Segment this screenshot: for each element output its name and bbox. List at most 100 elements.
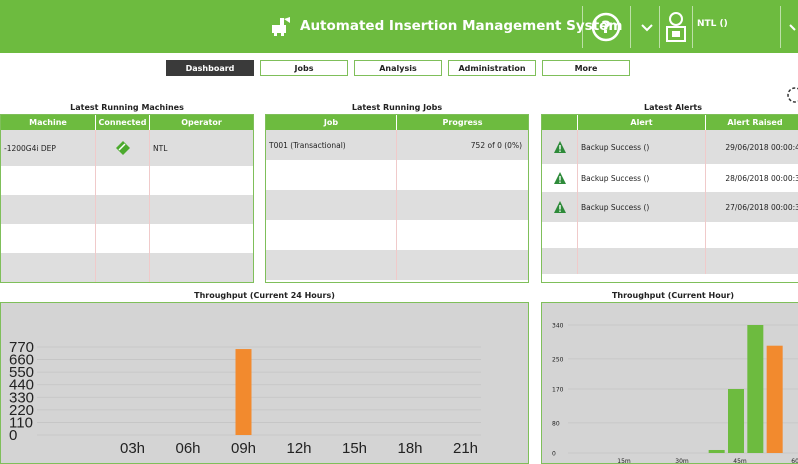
diamond-icon [115, 141, 130, 155]
header-divider [630, 6, 631, 48]
y-tick-label: 0 [552, 451, 556, 458]
app-header: Automated Insertion Management System ? … [0, 0, 798, 53]
jobs-title: Latest Running Jobs [351, 103, 443, 112]
header-divider [659, 6, 660, 48]
table-row[interactable]: Backup Success () 27/06/2018 00:00:39 [542, 192, 798, 222]
machines-title: Latest Running Machines [70, 103, 184, 112]
user-name[interactable]: NTL () [697, 19, 728, 29]
connected-cell [96, 130, 150, 166]
help-dropdown-button[interactable] [638, 18, 656, 36]
table-row[interactable]: Backup Success () 28/06/2018 00:00:30 [542, 164, 798, 192]
chevron-down-icon [641, 24, 653, 32]
app-title-group: Automated Insertion Management System [270, 13, 622, 39]
table-row[interactable]: T001 (Transactional) 752 of 0 (0%) [266, 130, 528, 160]
alert-cell: Backup Success () [578, 164, 706, 192]
chevron-down-icon [789, 24, 796, 31]
table-row[interactable] [1, 253, 253, 282]
user-icon [666, 12, 686, 42]
machine-cell: -1200G4i DEP [1, 130, 96, 166]
bar [728, 389, 744, 453]
y-tick-label: 80 [552, 420, 560, 427]
warning-icon [553, 141, 566, 153]
x-tick-label: 03h [120, 440, 145, 457]
x-tick-label: 12h [286, 440, 311, 457]
x-tick-label: 60m [791, 458, 798, 464]
col-alert-raised[interactable]: Alert Raised [706, 115, 798, 130]
nav-dashboard[interactable]: Dashboard [166, 60, 254, 76]
x-tick-label: 15h [342, 440, 367, 457]
user-avatar[interactable] [664, 10, 688, 44]
nav-administration[interactable]: Administration [448, 60, 536, 76]
warning-icon [553, 201, 566, 213]
alerts-panel: Alert Alert Raised Backup Success () 29/… [541, 114, 798, 283]
alert-cell: Backup Success () [578, 130, 706, 164]
x-tick-label: 15m [617, 458, 631, 464]
x-tick-label: 30m [675, 458, 689, 464]
chart2-title: Throughput (Current Hour) [611, 291, 735, 300]
throughput-24h-svg: 011022033044055066077003h 06h 09h 12h 15h 18h… [9, 339, 481, 457]
x-tick-label: 09h [231, 440, 256, 457]
col-connected[interactable]: Connected [96, 115, 150, 130]
table-row[interactable] [266, 220, 528, 250]
col-machine[interactable]: Machine [1, 115, 96, 130]
jobs-header-row: Job Progress [266, 115, 528, 130]
header-divider [582, 6, 583, 48]
throughput-24h-chart: 0 110 220 330 440 550 660 770 03h 06h 09h 12h 15h 18h… [0, 302, 529, 464]
alert-cell: Backup Success () [578, 192, 706, 222]
y-tick-label: 770 [9, 339, 34, 356]
y-tick-label: 170 [552, 387, 564, 394]
app-logo-icon [272, 17, 290, 36]
bar [235, 349, 252, 435]
nav-jobs[interactable]: Jobs [260, 60, 348, 76]
job-cell: T001 (Transactional) [266, 130, 397, 160]
alert-icon-cell [542, 130, 578, 164]
table-row[interactable] [542, 222, 798, 248]
table-row[interactable] [1, 166, 253, 195]
throughput-hour-svg: 0 80 170 250 340 15m 30m 45m 60m [552, 323, 798, 464]
table-row[interactable]: -1200G4i DEP NTL [1, 130, 253, 166]
bar [708, 449, 725, 453]
table-row[interactable]: Backup Success () 29/06/2018 00:00:42 [542, 130, 798, 164]
jobs-panel: Job Progress T001 (Transactional) 752 of… [265, 114, 529, 283]
throughput-hour-chart: 0 80 170 250 340 15m 30m 45m 60m [541, 302, 798, 464]
progress-cell: 752 of 0 (0%) [470, 140, 522, 150]
x-tick-label: 06h [175, 440, 200, 457]
table-row[interactable] [266, 190, 528, 220]
header-divider [780, 6, 781, 48]
x-tick-label: 45m [733, 458, 747, 464]
col-job[interactable]: Job [266, 115, 397, 130]
y-tick-label: 340 [552, 323, 564, 330]
help-button[interactable]: ? [590, 11, 622, 43]
alert-raised-cell: 27/06/2018 00:00:39 [725, 202, 798, 212]
col-alert[interactable]: Alert [578, 115, 706, 130]
y-tick-label: 250 [552, 356, 564, 363]
col-alert-icon[interactable] [542, 115, 578, 130]
alert-raised-cell: 29/06/2018 00:00:42 [725, 142, 798, 152]
app-title: Automated Insertion Management System [300, 18, 623, 34]
table-row[interactable] [266, 250, 528, 280]
x-tick-label: 18h [397, 440, 422, 457]
nav-more[interactable]: More [542, 60, 630, 76]
table-row[interactable] [1, 224, 253, 253]
warning-icon [553, 172, 566, 184]
operator-cell: NTL [153, 143, 168, 153]
machines-header-row: Machine Connected Operator [1, 115, 253, 130]
alerts-title: Latest Alerts [643, 103, 702, 112]
x-tick-label: 21h [453, 440, 478, 457]
alert-icon-cell [542, 192, 578, 222]
table-row[interactable] [1, 195, 253, 224]
header-divider [692, 6, 693, 48]
nav-analysis[interactable]: Analysis [354, 60, 442, 76]
chart1-title: Throughput (Current 24 Hours) [194, 291, 335, 300]
alert-icon-cell [542, 164, 578, 192]
alerts-header-row: Alert Alert Raised [542, 115, 798, 130]
col-operator[interactable]: Operator [150, 115, 253, 130]
help-icon: ? [591, 12, 621, 42]
help-label: ? [601, 18, 611, 38]
user-dropdown-button[interactable] [788, 18, 798, 36]
col-progress[interactable]: Progress [397, 115, 528, 130]
table-row[interactable] [542, 248, 798, 274]
table-row[interactable] [266, 160, 528, 190]
loading-spinner-icon [787, 87, 798, 103]
alert-raised-cell: 28/06/2018 00:00:30 [725, 173, 798, 183]
